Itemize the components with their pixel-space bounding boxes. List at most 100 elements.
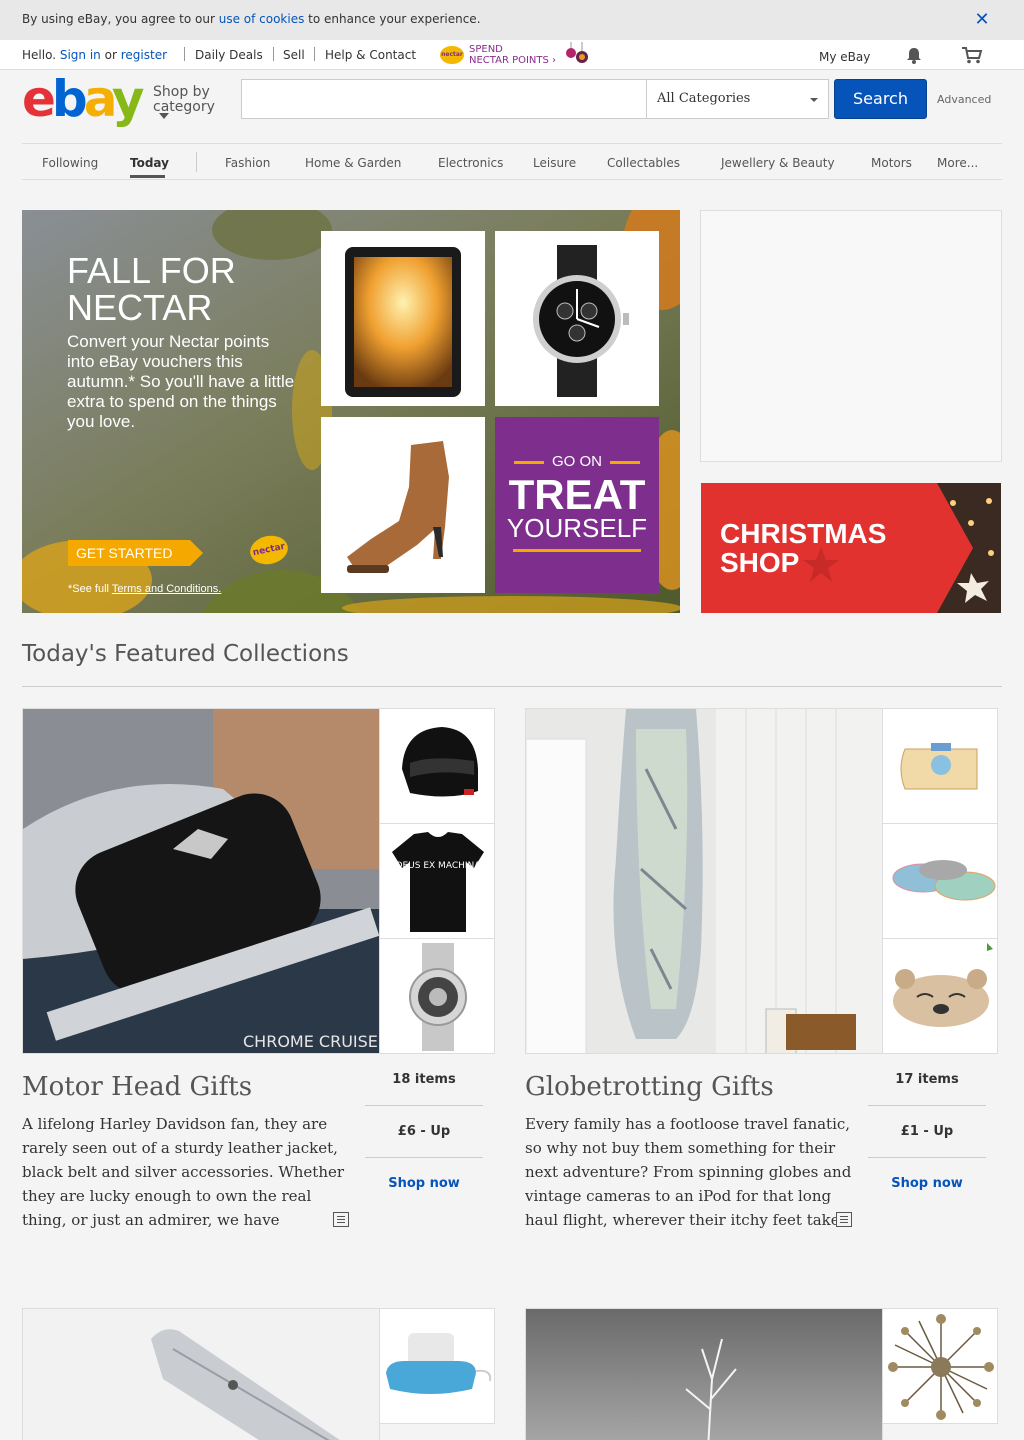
phone-stand-image [23,1309,379,1440]
collection-thumb-charging-dock[interactable] [379,1308,495,1424]
active-tab-indicator [130,175,165,178]
terms-link[interactable]: Terms and Conditions. [112,583,221,595]
nectar-logo-icon[interactable]: nectar [440,46,464,64]
cart-icon[interactable] [961,46,983,64]
christmas-shop-banner[interactable]: CHRISTMAS SHOP [701,483,1001,613]
collection-title[interactable]: Globetrotting Gifts [525,1072,774,1102]
collection-thumb-watch[interactable] [379,938,495,1054]
collection-card-partial [525,1308,1000,1440]
collection-thumb-eye-mask[interactable] [882,938,998,1054]
help-contact-link[interactable]: Help & Contact [325,48,416,62]
search-input[interactable] [241,79,647,119]
shop-now-link[interactable]: Shop now [868,1176,986,1191]
nectar-line2: NECTAR POINTS › [469,55,557,66]
collection-thumb-helmet[interactable] [379,708,495,824]
category-nav: Following Today Fashion Home & Garden El… [22,143,1002,180]
leather-tool-roll-image: CHROME CRUISERS [23,709,379,1053]
register-link[interactable]: register [121,48,167,62]
search-button[interactable]: Search [834,79,927,119]
shop-by-category-button[interactable]: Shop by category [153,85,215,119]
collection-thumb-map-coasters[interactable] [882,823,998,939]
divider [868,1157,986,1158]
advert-placeholder [700,210,1002,462]
collection-main-image[interactable] [525,708,883,1054]
watch-product-tile[interactable] [495,231,659,406]
collection-main-image[interactable] [22,1308,380,1440]
luggage-tag-image [900,743,978,790]
get-started-button[interactable]: GET STARTED [68,540,203,566]
map-coasters-image [892,860,996,901]
item-count: 18 items [392,1072,456,1087]
divider [868,1105,986,1106]
featured-collections-heading: Today's Featured Collections [22,641,349,667]
boot-product-tile[interactable] [321,417,485,593]
collection-description: A lifelong Harley Davidson fan, they are… [22,1115,345,1229]
bell-icon[interactable] [905,46,923,64]
nav-more[interactable]: More... [937,156,978,170]
nav-collectables[interactable]: Collectables [607,156,680,170]
nav-following[interactable]: Following [42,156,98,170]
collection-card-globetrotting: Globetrotting Gifts Every family has a f… [525,708,1000,1248]
top-nav: Hello. Sign in or register Daily Deals S… [0,40,1024,70]
cookie-suffix: to enhance your experience. [304,12,481,26]
collection-main-image[interactable] [525,1308,883,1440]
hero-title-line2: NECTAR [67,287,213,328]
nav-jewellery-beauty[interactable]: Jewellery & Beauty [721,156,835,170]
read-more-icon[interactable] [836,1212,852,1227]
collection-card-motor-head: CHROME CRUISERS DEUS EX MACHINA Motor He… [22,708,497,1248]
caret-down-icon [810,98,818,102]
tablet-product-tile[interactable] [321,231,485,406]
daily-deals-link[interactable]: Daily Deals [195,48,263,62]
christmas-line1: CHRISTMAS [720,518,887,549]
divider [184,47,185,61]
logo-e: e [22,70,56,128]
christmas-line2: SHOP [720,547,800,578]
price-range: £6 - Up [397,1124,451,1139]
my-ebay-link[interactable]: My eBay [819,50,870,64]
close-icon[interactable]: ✕ [972,10,992,30]
ebay-logo[interactable]: ebay [22,74,144,124]
price-range: £1 - Up [900,1124,954,1139]
divider [273,47,274,61]
christmas-ornaments-icon [566,42,588,63]
category-select[interactable]: All Categories [647,79,829,119]
starburst-ornament-image [888,1314,994,1420]
nav-home-garden[interactable]: Home & Garden [305,156,401,170]
go-on-text: GO ON [495,453,659,470]
charging-dock-image [386,1333,492,1394]
cookie-link[interactable]: use of cookies [219,12,305,26]
nav-today[interactable]: Today [130,156,169,170]
logo-b: b [51,70,88,128]
collection-title[interactable]: Motor Head Gifts [22,1072,252,1102]
divider [22,686,1002,687]
treat-yourself-tile[interactable]: GO ON TREAT YOURSELF [495,417,659,593]
collection-description: Every family has a footloose travel fana… [525,1115,852,1229]
collection-card-partial [22,1308,497,1440]
sell-link[interactable]: Sell [283,48,305,62]
greeting: Hello. Sign in or register [22,48,167,62]
logo-y: y [111,70,145,128]
nav-electronics[interactable]: Electronics [438,156,503,170]
advanced-search-link[interactable]: Advanced [937,93,991,106]
terms-prefix: *See full [68,583,112,595]
nav-fashion[interactable]: Fashion [225,156,270,170]
read-more-icon[interactable] [333,1212,349,1227]
collection-main-image[interactable]: CHROME CRUISERS [22,708,380,1054]
cookie-text: By using eBay, you agree to our use of c… [22,12,481,26]
collection-thumb-tshirt[interactable]: DEUS EX MACHINA [379,823,495,939]
silver-watch-image [409,943,467,1051]
nav-leisure[interactable]: Leisure [533,156,576,170]
nav-motors[interactable]: Motors [871,156,912,170]
hero-subtitle: Convert your Nectar points into eBay vou… [67,332,295,431]
tshirt-image: DEUS EX MACHINA [392,832,484,932]
nectar-hero-banner[interactable]: FALL FOR NECTAR Convert your Nectar poin… [22,210,680,613]
collection-thumb-luggage-tag[interactable] [882,708,998,824]
nectar-line1: SPEND [469,44,503,55]
nectar-promo-link[interactable]: SPEND NECTAR POINTS › [469,44,556,66]
decorative-bar [513,549,641,552]
collection-thumb-starburst[interactable] [882,1308,998,1424]
shop-now-link[interactable]: Shop now [365,1176,483,1191]
item-count: 17 items [895,1072,959,1087]
sign-in-link[interactable]: Sign in [60,48,101,62]
logo-a: a [83,70,116,128]
